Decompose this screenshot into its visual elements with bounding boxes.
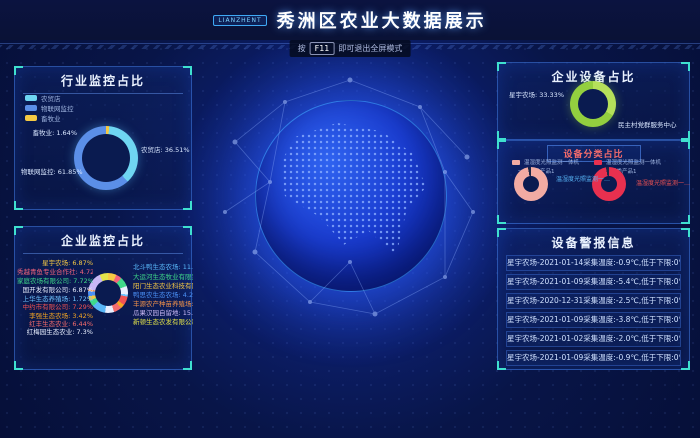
panel-corner bbox=[497, 140, 506, 149]
brand-logo: LIANZHENT bbox=[213, 15, 266, 26]
panel-corner bbox=[681, 361, 690, 370]
legend-item[interactable]: 畜牧业 bbox=[25, 113, 61, 123]
panel-title: 设备警报信息 bbox=[498, 234, 689, 251]
donut-hole bbox=[523, 176, 539, 192]
legend-item[interactable]: 物联网监控 bbox=[25, 103, 74, 113]
panel-corner bbox=[681, 140, 690, 149]
fullscreen-hint-prefix: 按 bbox=[298, 43, 306, 54]
panel-corner bbox=[497, 62, 506, 71]
page-title: 秀洲区农业大数据展示 bbox=[277, 7, 487, 33]
header-bar: LIANZHENT 秀洲区农业大数据展示 bbox=[0, 0, 700, 40]
panel-enterprise-monitor: 企业监控占比 星宇农场: 6.87% 秀越青鱼专业合作社: 4.72% 家庭农场… bbox=[14, 226, 192, 370]
slice-label: 农贸店: 36.51% bbox=[141, 144, 190, 154]
panel-corner bbox=[183, 201, 192, 210]
legend-swatch bbox=[594, 160, 602, 165]
legend-swatch bbox=[25, 105, 37, 111]
alarm-row: 星宇农场-2021-01-09采集温度:-5.4℃,低于下限:0℃ bbox=[506, 274, 681, 290]
panel-corner bbox=[681, 215, 690, 224]
donut-hole bbox=[95, 280, 121, 306]
slice-label: 北斗鸭生态农场: 11.36% bbox=[133, 261, 193, 271]
enterprise-donut-chart[interactable] bbox=[88, 273, 128, 313]
legend-label: 温湿度光照监测一体机 bbox=[606, 158, 661, 166]
panel-corner bbox=[497, 131, 506, 140]
f11-keycap: F11 bbox=[310, 42, 335, 55]
panel-corner bbox=[497, 361, 506, 370]
panel-title: 行业监控占比 bbox=[15, 72, 191, 89]
legend-item[interactable]: 温湿度光照监测一体机 bbox=[512, 158, 579, 166]
legend-label: 温湿度光照监测一体机 bbox=[524, 158, 579, 166]
panel-corner bbox=[183, 226, 192, 235]
donut-hole bbox=[82, 134, 130, 182]
alarm-row: 星宇农场-2021-01-02采集温度:-2.0℃,低于下限:0℃ bbox=[506, 331, 681, 347]
legend-swatch bbox=[25, 115, 37, 121]
legend-label: 畜牧业 bbox=[41, 113, 61, 123]
panel-corner bbox=[14, 226, 23, 235]
panel-corner bbox=[183, 361, 192, 370]
panel-corner bbox=[183, 66, 192, 75]
panel-enterprise-equipment: 企业设备占比 星宇农场: 33.33% 民主村党群服务中心 bbox=[497, 62, 690, 140]
device-class-donut-right[interactable] bbox=[592, 167, 626, 201]
panel-corner bbox=[681, 62, 690, 71]
legend-item[interactable]: 农贸店 bbox=[25, 93, 61, 103]
slice-label: 畜牧业: 1.64% bbox=[17, 127, 77, 137]
slice-label: 星宇农场: 33.33% bbox=[504, 89, 564, 99]
panel-device-classification: 设备分类占比 温湿度光照监测一体机 一体机类产品1 温湿度光照监测一体机 一体机… bbox=[497, 140, 690, 224]
alarm-row: 星宇农场-2021-01-14采集温度:-0.9℃,低于下限:0℃ bbox=[506, 255, 681, 271]
panel-corner bbox=[681, 228, 690, 237]
legend-swatch bbox=[25, 95, 37, 101]
panel-industry-monitor: 行业监控占比 农贸店 物联网监控 畜牧业 畜牧业: 1.64% 农贸店: 36.… bbox=[14, 66, 192, 210]
panel-corner bbox=[14, 201, 23, 210]
panel-corner bbox=[14, 66, 23, 75]
legend-swatch bbox=[512, 160, 520, 165]
slice-label: 红梅园生态农业: 7.3% bbox=[17, 326, 93, 336]
slice-label: 新顿生态农发有限公司: 6.87% bbox=[133, 316, 193, 326]
alarm-row: 星宇农场-2021-01-09采集温度:-3.8℃,低于下限:0℃ bbox=[506, 312, 681, 328]
slice-label: 温湿度光照监测一… bbox=[556, 174, 610, 183]
panel-device-alarms: 设备警报信息 星宇农场-2021-01-14采集温度:-0.9℃,低于下限:0℃… bbox=[497, 228, 690, 370]
donut-hole bbox=[578, 89, 608, 119]
alarm-row: 星宇农场-2021-01-09采集温度:-0.9℃,低于下限:0℃ bbox=[506, 350, 681, 366]
industry-donut-chart[interactable] bbox=[74, 126, 138, 190]
device-class-donut-left[interactable] bbox=[514, 167, 548, 201]
legend-item[interactable]: 温湿度光照监测一体机 bbox=[594, 158, 661, 166]
title-underline bbox=[23, 253, 183, 254]
panel-corner bbox=[14, 361, 23, 370]
equipment-donut-chart[interactable] bbox=[570, 81, 616, 127]
legend-label: 农贸店 bbox=[41, 93, 61, 103]
legend-label: 物联网监控 bbox=[41, 103, 74, 113]
panel-corner bbox=[681, 131, 690, 140]
alarm-row: 星宇农场-2020-12-31采集温度:-2.5℃,低于下限:0℃ bbox=[506, 293, 681, 309]
slice-label: 民主村党群服务中心 bbox=[618, 119, 686, 129]
panel-corner bbox=[497, 215, 506, 224]
fullscreen-hint-suffix: 即可退出全屏模式 bbox=[338, 43, 402, 54]
slice-label: 温湿度光照监测一… bbox=[636, 178, 690, 187]
fullscreen-hint: 按 F11 即可退出全屏模式 bbox=[290, 40, 411, 57]
panel-title: 企业监控占比 bbox=[15, 232, 191, 249]
panel-corner bbox=[497, 228, 506, 237]
slice-label: 物联网监控: 61.85% bbox=[21, 166, 83, 176]
globe bbox=[255, 100, 447, 292]
globe-continents-dots bbox=[264, 109, 438, 283]
